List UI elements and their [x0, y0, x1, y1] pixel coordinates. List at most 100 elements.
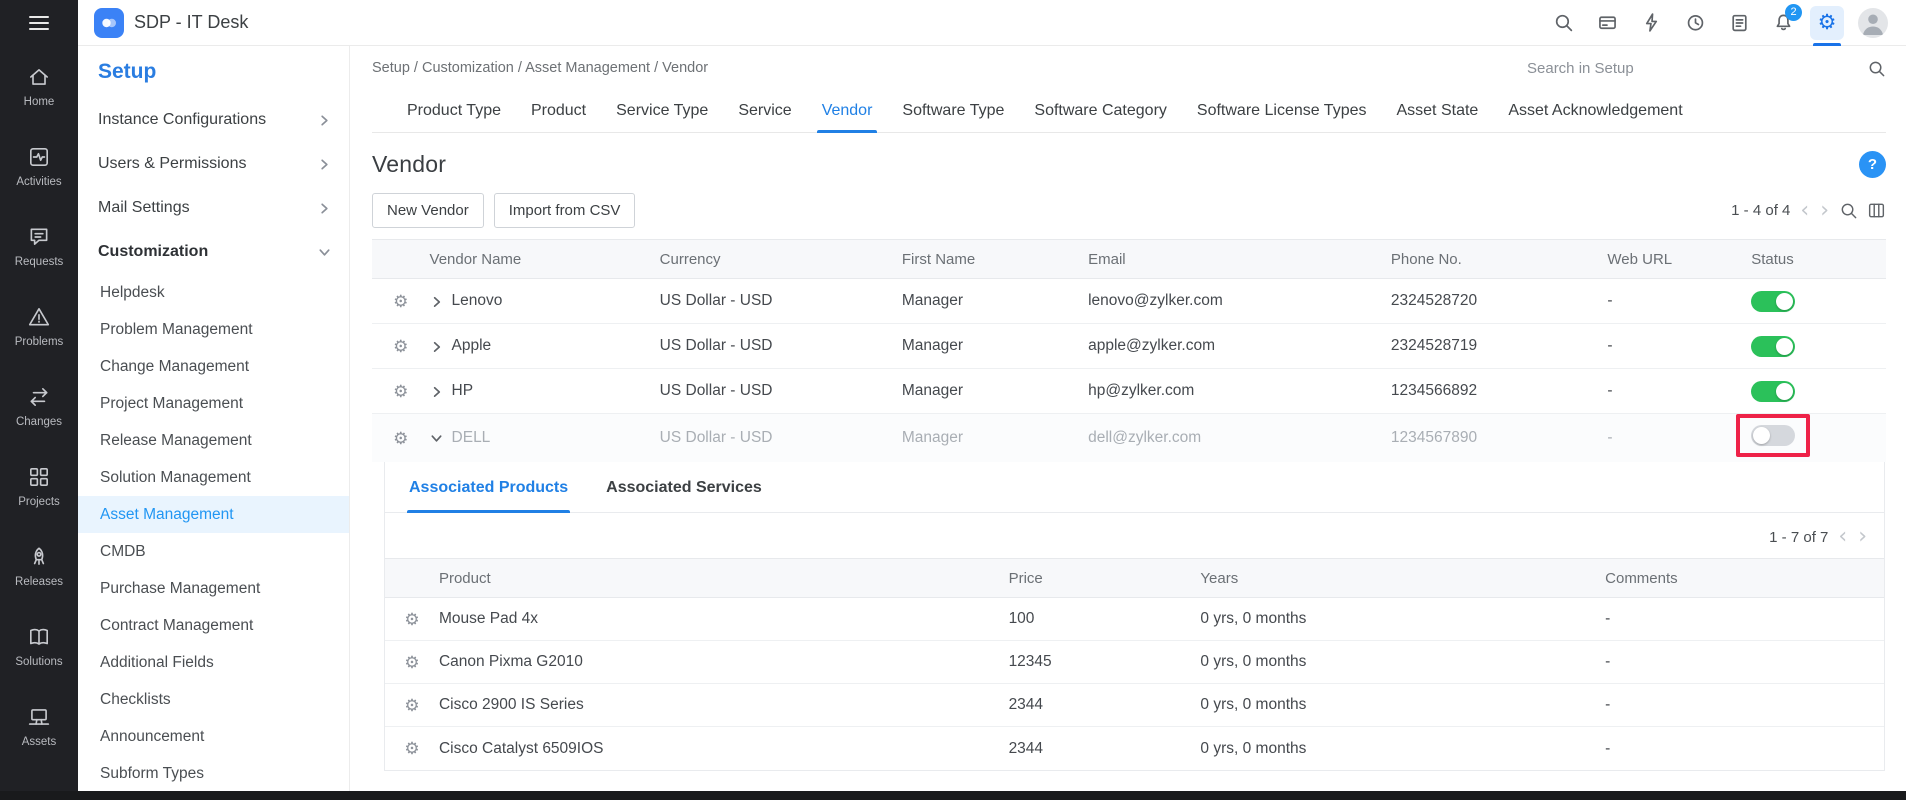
- history-icon: [1685, 12, 1706, 33]
- rail-item-assets[interactable]: Assets: [0, 686, 78, 766]
- rail-item-requests[interactable]: Requests: [0, 206, 78, 286]
- sidebar-item-release-management[interactable]: Release Management: [78, 422, 349, 459]
- tab-software-category[interactable]: Software Category: [1019, 90, 1182, 132]
- group-label: Mail Settings: [98, 199, 190, 217]
- tab-software-license-types[interactable]: Software License Types: [1182, 90, 1382, 132]
- row-gear-icon[interactable]: ⚙: [385, 611, 439, 628]
- tab-product-type[interactable]: Product Type: [392, 90, 516, 132]
- sidebar-group-users-permissions[interactable]: Users & Permissions: [78, 142, 349, 186]
- history-button[interactable]: [1678, 6, 1712, 40]
- status-toggle-off[interactable]: [1751, 425, 1795, 446]
- setup-search-icon[interactable]: [1867, 59, 1886, 78]
- row-gear-icon[interactable]: ⚙: [385, 654, 439, 671]
- notifications-button[interactable]: 2: [1766, 6, 1800, 40]
- products-table-header: Product Price Years Comments: [385, 558, 1884, 598]
- sidebar-item-additional-fields[interactable]: Additional Fields: [78, 644, 349, 681]
- releases-icon: [27, 545, 51, 569]
- breadcrumb[interactable]: Setup / Customization / Asset Management…: [372, 60, 708, 76]
- rail-item-changes[interactable]: Changes: [0, 366, 78, 446]
- tab-associated-products[interactable]: Associated Products: [393, 462, 584, 512]
- sidebar-group-mail-settings[interactable]: Mail Settings: [78, 186, 349, 230]
- settings-button[interactable]: ⚙: [1810, 6, 1844, 40]
- sidebar-item-helpdesk[interactable]: Helpdesk: [78, 274, 349, 311]
- sidebar-item-problem-management[interactable]: Problem Management: [78, 311, 349, 348]
- tab-software-type[interactable]: Software Type: [887, 90, 1019, 132]
- table-search-icon[interactable]: [1839, 201, 1858, 220]
- status-toggle-on[interactable]: [1751, 291, 1795, 312]
- menu-toggle[interactable]: [0, 0, 78, 46]
- card-button[interactable]: [1590, 6, 1624, 40]
- topbar-actions: 2 ⚙: [1546, 6, 1888, 40]
- rail-label: Solutions: [15, 656, 62, 668]
- sidebar-item-subform-types[interactable]: Subform Types: [78, 755, 349, 792]
- vendor-name[interactable]: HP: [452, 382, 474, 400]
- vendor-web-url: -: [1607, 292, 1751, 310]
- rail-item-releases[interactable]: Releases: [0, 526, 78, 606]
- sidebar-item-checklists[interactable]: Checklists: [78, 681, 349, 718]
- row-gear-icon[interactable]: ⚙: [372, 293, 430, 310]
- tab-service[interactable]: Service: [723, 90, 806, 132]
- main-content: Setup / Customization / Asset Management…: [350, 46, 1906, 800]
- row-gear-icon[interactable]: ⚙: [385, 740, 439, 757]
- tab-vendor[interactable]: Vendor: [807, 90, 888, 132]
- global-search-button[interactable]: [1546, 6, 1580, 40]
- rail-item-home[interactable]: Home: [0, 46, 78, 126]
- vendor-name[interactable]: Lenovo: [452, 292, 503, 310]
- rail-item-activities[interactable]: Activities: [0, 126, 78, 206]
- quick-actions-button[interactable]: [1634, 6, 1668, 40]
- vendor-name[interactable]: DELL: [452, 429, 491, 447]
- col-price: Price: [1009, 570, 1201, 587]
- prev-page-icon[interactable]: ‹: [1799, 200, 1810, 222]
- tab-product[interactable]: Product: [516, 90, 601, 132]
- rail-item-problems[interactable]: Problems: [0, 286, 78, 366]
- tab-associated-services[interactable]: Associated Services: [590, 462, 778, 512]
- rail-item-projects[interactable]: Projects: [0, 446, 78, 526]
- sidebar-item-announcement[interactable]: Announcement: [78, 718, 349, 755]
- pagination-range: 1 - 4 of 4: [1731, 202, 1790, 219]
- row-gear-icon[interactable]: ⚙: [372, 383, 430, 400]
- feedback-button[interactable]: [1722, 6, 1756, 40]
- sidebar-item-asset-management[interactable]: Asset Management: [78, 496, 349, 533]
- rail-item-solutions[interactable]: Solutions: [0, 606, 78, 686]
- sidebar-item-project-management[interactable]: Project Management: [78, 385, 349, 422]
- tab-service-type[interactable]: Service Type: [601, 90, 723, 132]
- next-page-icon[interactable]: ›: [1857, 526, 1868, 548]
- vendor-row-lenovo: ⚙ Lenovo US Dollar - USD Manager lenovo@…: [372, 279, 1886, 324]
- sidebar-item-contract-management[interactable]: Contract Management: [78, 607, 349, 644]
- collapse-chevron-icon[interactable]: [430, 432, 443, 445]
- feedback-icon: [1729, 12, 1750, 33]
- status-toggle-on[interactable]: [1751, 336, 1795, 357]
- tab-asset-acknowledgement[interactable]: Asset Acknowledgement: [1493, 90, 1697, 132]
- annotation-highlight-box: [1736, 414, 1810, 457]
- sidebar-item-change-management[interactable]: Change Management: [78, 348, 349, 385]
- status-toggle-on[interactable]: [1751, 381, 1795, 402]
- sidebar-item-purchase-management[interactable]: Purchase Management: [78, 570, 349, 607]
- product-price: 2344: [1009, 696, 1201, 714]
- sidebar-item-solution-management[interactable]: Solution Management: [78, 459, 349, 496]
- product-comments: -: [1605, 696, 1884, 714]
- prev-page-icon[interactable]: ‹: [1837, 526, 1848, 548]
- new-vendor-button[interactable]: New Vendor: [372, 193, 484, 228]
- expand-chevron-icon[interactable]: [430, 385, 443, 398]
- expand-chevron-icon[interactable]: [430, 295, 443, 308]
- row-gear-icon[interactable]: ⚙: [372, 430, 430, 447]
- row-gear-icon[interactable]: ⚙: [385, 697, 439, 714]
- row-gear-icon[interactable]: ⚙: [372, 338, 430, 355]
- vendor-name[interactable]: Apple: [452, 337, 492, 355]
- help-button[interactable]: ?: [1859, 151, 1886, 178]
- vendor-currency: US Dollar - USD: [660, 292, 902, 310]
- expand-chevron-icon[interactable]: [430, 340, 443, 353]
- tab-asset-state[interactable]: Asset State: [1381, 90, 1493, 132]
- import-from-csv-button[interactable]: Import from CSV: [494, 193, 636, 228]
- setup-search-input[interactable]: [1527, 60, 1857, 77]
- product-row: ⚙ Mouse Pad 4x 100 0 yrs, 0 months -: [385, 598, 1884, 641]
- rail-label: Activities: [16, 176, 61, 188]
- sidebar-group-customization[interactable]: Customization: [78, 230, 349, 274]
- sidebar-item-cmdb[interactable]: CMDB: [78, 533, 349, 570]
- column-chooser-icon[interactable]: [1867, 201, 1886, 220]
- next-page-icon[interactable]: ›: [1819, 200, 1830, 222]
- sidebar-group-instance-configurations[interactable]: Instance Configurations: [78, 98, 349, 142]
- user-avatar[interactable]: [1858, 8, 1888, 38]
- app-brand[interactable]: SDP - IT Desk: [94, 8, 248, 38]
- home-icon: [27, 65, 51, 89]
